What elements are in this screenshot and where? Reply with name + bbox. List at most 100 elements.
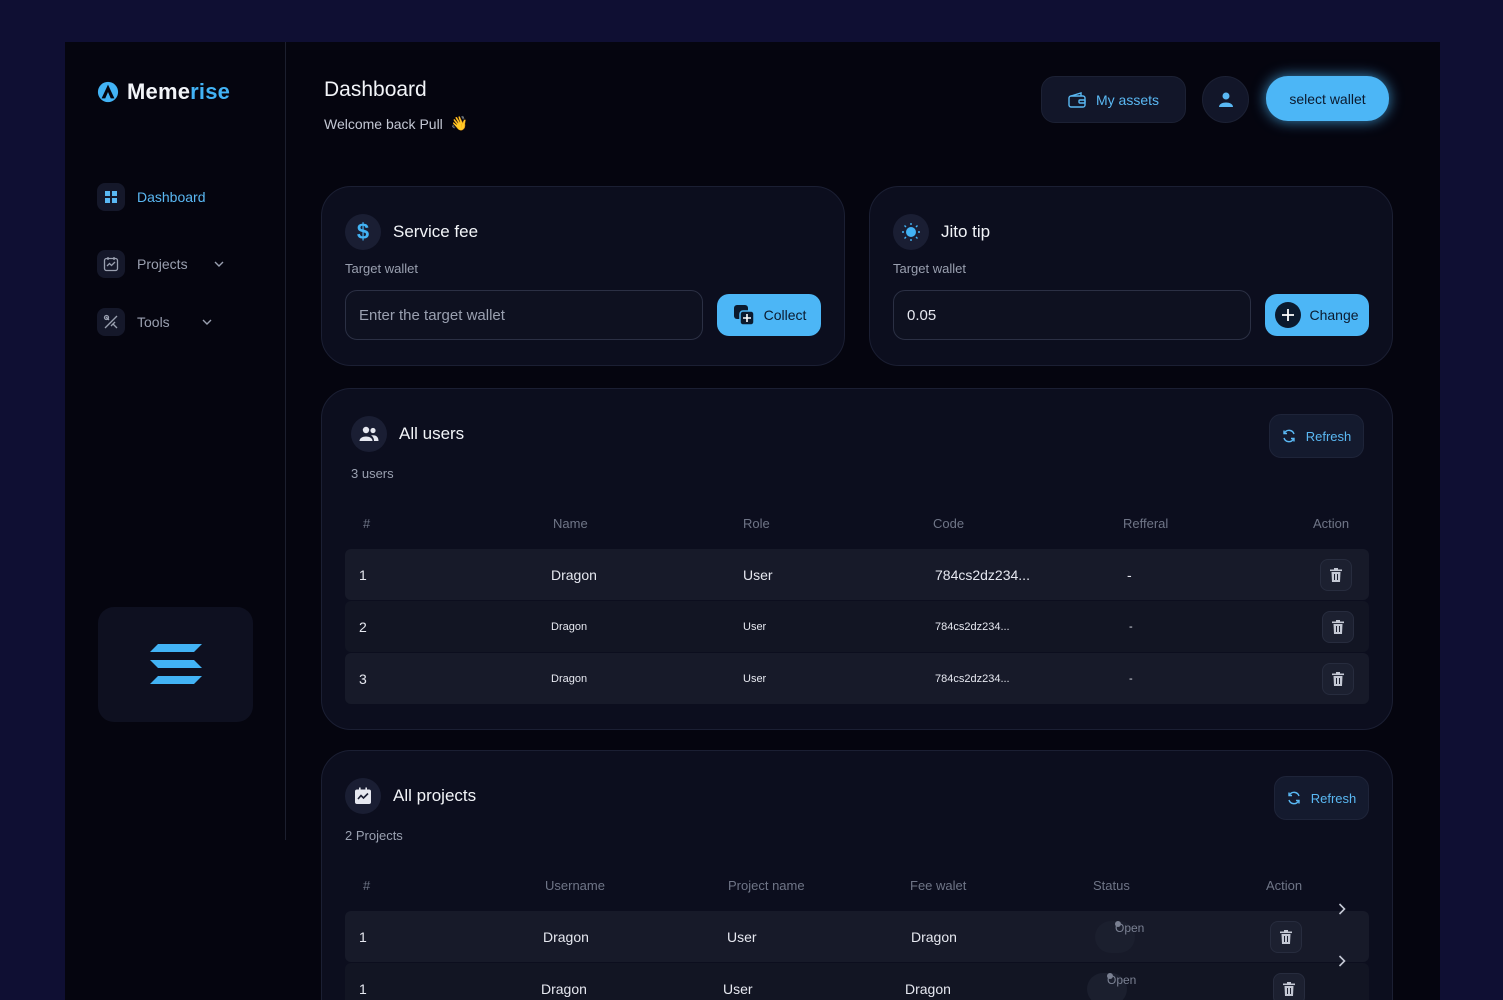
trash-icon [1332,671,1344,686]
column-header: # [363,878,371,893]
delete-button[interactable] [1273,972,1305,1000]
project-username: Dragon [543,928,589,945]
change-label: Change [1309,307,1359,323]
all-users-title: All users [399,424,465,443]
user-icon [1218,92,1233,107]
status-label: Open [1107,972,1137,987]
user-referral: - [1127,566,1132,583]
delete-button[interactable] [1322,662,1354,695]
column-header: Project name [728,878,805,893]
brand-name-part1: Meme [127,79,191,104]
user-role: User [743,620,767,633]
solana-icon [149,643,202,684]
jito-tip-title: Jito tip [941,222,991,241]
sidebar-divider [285,42,286,840]
column-header: Status [1093,878,1130,893]
status-label: Open [1115,920,1145,935]
column-header: Code [933,516,965,531]
chevron-right-icon[interactable] [1338,954,1346,972]
app-window: Memerise Dashboard Projects Tools Dashbo… [65,42,1440,1000]
my-assets-button[interactable]: My assets [1041,76,1186,123]
column-header: Refferal [1123,516,1169,531]
refresh-label: Refresh [1310,790,1357,806]
wallet-icon [1068,91,1086,108]
column-header: Action [1313,516,1350,531]
all-projects-card: All projects 2 Projects Refresh # Userna… [321,750,1393,1000]
jito-tip-subtitle: Target wallet [893,261,966,276]
collect-label: Collect [763,307,807,323]
brand-name-part2: rise [190,79,231,104]
sidebar-item-label: Projects [137,256,188,272]
table-row: 3 Dragon User 784cs2dz234... - [345,653,1369,704]
status-badge: Open [1095,920,1144,953]
my-assets-label: My assets [1095,91,1159,108]
row-number: 1 [359,566,367,583]
column-header: Role [743,516,770,531]
chevron-down-icon [202,316,212,328]
sidebar-item-label: Dashboard [137,189,206,205]
trash-icon [1330,567,1342,582]
user-referral: - [1129,620,1133,633]
project-name: User [723,980,753,997]
sidebar-item-dashboard[interactable]: Dashboard [97,183,206,211]
user-name: Dragon [551,566,597,583]
projects-table-header: # Username Project name Fee walet Status… [345,878,1369,898]
column-header: # [363,516,371,531]
refresh-projects-button[interactable]: Refresh [1274,776,1369,820]
row-number: 1 [359,928,367,945]
chevron-right-icon[interactable] [1338,902,1346,920]
brand-name: Memerise [127,79,230,105]
trash-icon [1280,929,1292,944]
refresh-icon [1283,429,1295,443]
solana-logo-card [98,607,253,722]
status-badge: Open [1087,972,1136,1000]
users-count: 3 users [351,466,394,481]
refresh-label: Refresh [1305,428,1352,444]
service-fee-subtitle: Target wallet [345,261,418,276]
user-profile-button[interactable] [1202,76,1249,123]
trash-icon [1332,619,1344,634]
target-wallet-input[interactable] [345,290,703,340]
delete-button[interactable] [1320,558,1352,591]
refresh-users-button[interactable]: Refresh [1269,414,1364,458]
add-collection-icon [733,305,755,326]
change-button[interactable]: Change [1265,294,1369,336]
user-referral: - [1129,672,1133,685]
select-wallet-button[interactable]: select wallet [1266,76,1389,121]
jito-tip-card: Jito tip Target wallet Change [869,186,1393,366]
projects-count: 2 Projects [345,828,403,843]
sidebar-item-projects[interactable]: Projects [97,250,224,278]
dashboard-grid-icon [97,183,125,211]
delete-button[interactable] [1322,610,1354,643]
sidebar: Memerise Dashboard Projects Tools [65,42,286,842]
delete-button[interactable] [1270,920,1302,953]
column-header: Username [545,878,605,893]
user-role: User [743,566,773,583]
dollar-icon: $ [345,214,381,250]
logo-icon [97,81,119,103]
welcome-message: Welcome back Pull 👋 [324,115,468,132]
project-name: User [727,928,757,945]
users-group-icon [351,416,387,452]
plus-circle-icon [1275,302,1302,328]
collect-button[interactable]: Collect [717,294,821,336]
jito-tip-input[interactable] [893,290,1251,340]
user-code: 784cs2dz234... [935,672,1010,685]
table-row: 1 Dragon User 784cs2dz234... - [345,549,1369,600]
row-number: 2 [359,618,367,635]
welcome-text: Welcome back Pull [324,115,443,132]
chevron-down-icon [214,258,224,270]
column-header: Action [1266,878,1303,893]
column-header: Name [553,516,588,531]
brand-logo[interactable]: Memerise [97,79,230,105]
user-code: 784cs2dz234... [935,620,1010,633]
jito-tip-header: Jito tip [893,214,990,250]
sidebar-item-label: Tools [137,314,170,330]
all-projects-header: All projects [345,778,476,814]
all-users-card: All users 3 users Refresh # Name Role Co… [321,388,1393,730]
all-users-header: All users [351,416,464,452]
sidebar-item-tools[interactable]: Tools [97,308,212,336]
user-role: User [743,672,767,685]
table-row: 1 Dragon User Dragon Open [345,955,1369,1000]
user-code: 784cs2dz234... [935,566,1030,583]
